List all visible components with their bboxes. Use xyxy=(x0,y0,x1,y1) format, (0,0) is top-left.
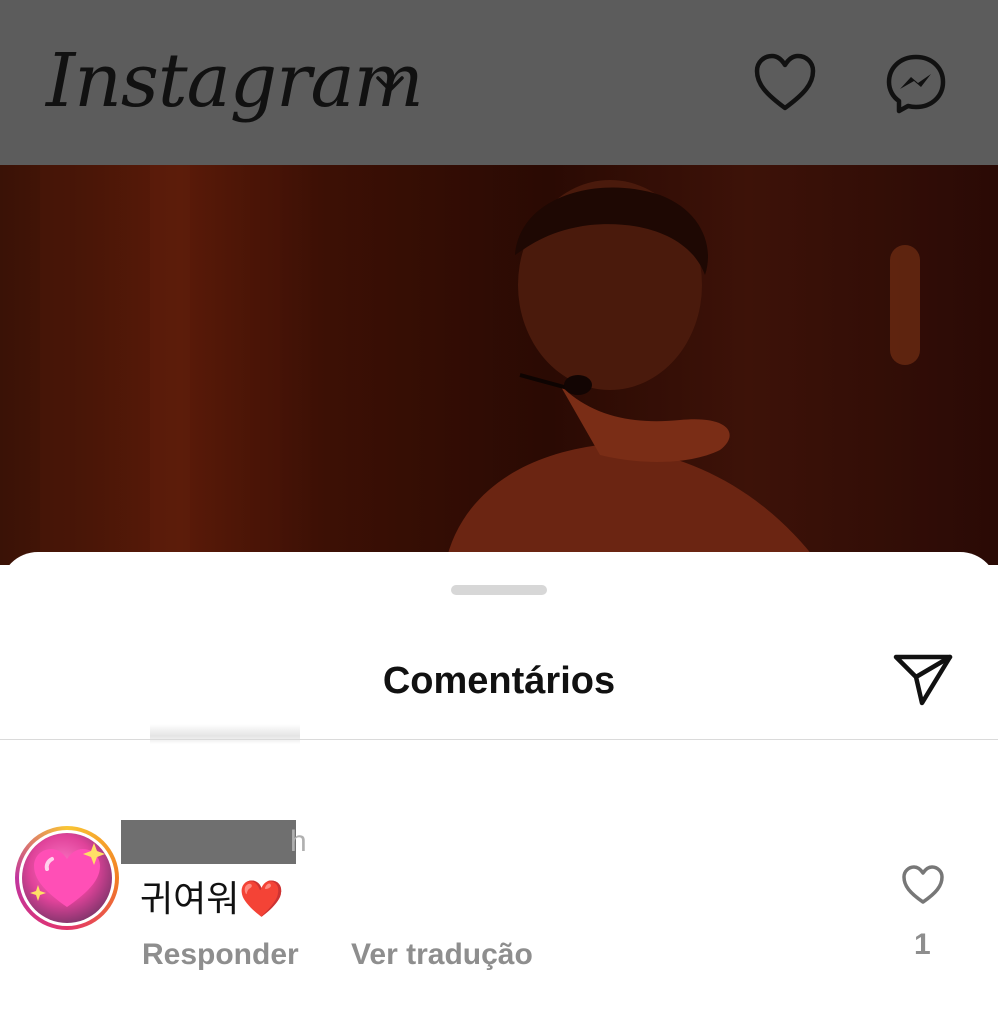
chevron-down-icon[interactable] xyxy=(372,72,408,96)
send-icon[interactable] xyxy=(892,652,954,708)
like-count: 1 xyxy=(914,928,931,961)
avatar[interactable] xyxy=(15,826,119,930)
top-bar: Instagram xyxy=(0,0,998,165)
comments-sheet: Comentários h 귀여워❤️ Responder Ver traduç… xyxy=(0,552,998,1024)
reply-button[interactable]: Responder xyxy=(142,938,299,971)
heart-icon[interactable] xyxy=(752,52,818,114)
comment-actions: Responder Ver tradução xyxy=(142,938,577,972)
post-image[interactable] xyxy=(0,165,998,565)
messenger-icon[interactable] xyxy=(884,52,948,116)
comment-text: 귀여워❤️ xyxy=(140,879,285,920)
scrolled-text-remnant xyxy=(150,724,300,744)
sparkling-heart-icon xyxy=(22,833,112,923)
username-tail: h xyxy=(290,825,307,858)
comment-like-icon[interactable] xyxy=(900,864,946,906)
instagram-logo[interactable]: Instagram xyxy=(46,38,424,124)
header-divider xyxy=(0,739,998,740)
see-translation-button[interactable]: Ver tradução xyxy=(351,938,533,971)
sheet-title: Comentários xyxy=(382,660,616,702)
sheet-grabber[interactable] xyxy=(451,585,547,595)
username-redacted[interactable] xyxy=(121,820,296,864)
